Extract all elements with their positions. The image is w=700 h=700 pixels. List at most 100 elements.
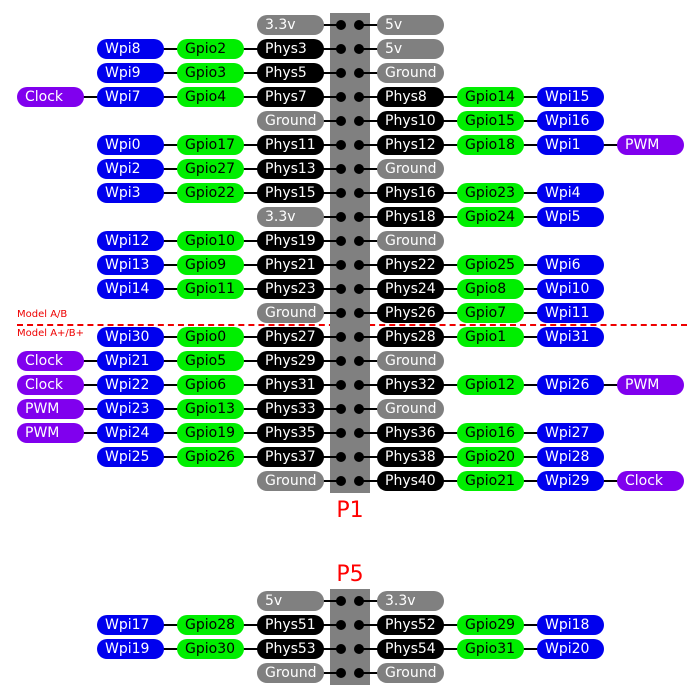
pin-dot[interactable] xyxy=(354,620,364,630)
pin-dot[interactable] xyxy=(354,44,364,54)
pin-dot[interactable] xyxy=(354,68,364,78)
phys-label: Phys15 xyxy=(257,183,324,203)
pin-dot[interactable] xyxy=(336,164,346,174)
gpio-label: Gpio17 xyxy=(177,135,244,155)
gpio-label: Gpio23 xyxy=(457,183,524,203)
gpio-label: Gpio7 xyxy=(457,303,524,323)
pin-dot[interactable] xyxy=(336,44,346,54)
wpi-label: Wpi3 xyxy=(97,183,164,203)
gpio-label: Gpio22 xyxy=(177,183,244,203)
phys-label: Phys38 xyxy=(377,447,444,467)
gpio-label: Gpio19 xyxy=(177,423,244,443)
pin-dot[interactable] xyxy=(336,68,346,78)
header-p5-title: P5 xyxy=(336,562,364,587)
phys-label: Phys13 xyxy=(257,159,324,179)
pin-dot[interactable] xyxy=(336,284,346,294)
pin-dot[interactable] xyxy=(336,140,346,150)
pin-dot[interactable] xyxy=(354,644,364,654)
pin-dot[interactable] xyxy=(336,452,346,462)
wpi-label: Wpi24 xyxy=(97,423,164,443)
gpio-label: Gpio13 xyxy=(177,399,244,419)
gpio-label: Gpio31 xyxy=(457,639,524,659)
pin-dot[interactable] xyxy=(336,428,346,438)
function-label: Clock xyxy=(17,375,84,395)
phys-label: Phys16 xyxy=(377,183,444,203)
pin-dot[interactable] xyxy=(336,476,346,486)
pin-dot[interactable] xyxy=(354,356,364,366)
pin-dot[interactable] xyxy=(354,164,364,174)
pin-dot[interactable] xyxy=(354,20,364,30)
wpi-label: Wpi7 xyxy=(97,87,164,107)
phys-label: Phys12 xyxy=(377,135,444,155)
phys-label: Phys31 xyxy=(257,375,324,395)
power-pin-label: Ground xyxy=(257,663,324,683)
pin-dot[interactable] xyxy=(354,668,364,678)
pin-dot[interactable] xyxy=(354,428,364,438)
power-pin-label: 5v xyxy=(257,591,324,611)
pin-dot[interactable] xyxy=(354,308,364,318)
function-label: PWM xyxy=(17,399,84,419)
gpio-label: Gpio6 xyxy=(177,375,244,395)
pin-dot[interactable] xyxy=(354,212,364,222)
pin-dot[interactable] xyxy=(336,188,346,198)
pin-dot[interactable] xyxy=(354,140,364,150)
pin-dot[interactable] xyxy=(336,212,346,222)
pin-dot[interactable] xyxy=(336,596,346,606)
wpi-label: Wpi0 xyxy=(97,135,164,155)
phys-label: Phys33 xyxy=(257,399,324,419)
pin-dot[interactable] xyxy=(336,404,346,414)
power-pin-label: Ground xyxy=(257,111,324,131)
pin-dot[interactable] xyxy=(336,356,346,366)
power-pin-label: 5v xyxy=(377,39,444,59)
pin-dot[interactable] xyxy=(354,332,364,342)
pin-dot[interactable] xyxy=(336,620,346,630)
power-pin-label: 3.3v xyxy=(257,207,324,227)
pin-dot[interactable] xyxy=(354,260,364,270)
wpi-label: Wpi6 xyxy=(537,255,604,275)
pin-dot[interactable] xyxy=(336,260,346,270)
pin-dot[interactable] xyxy=(354,596,364,606)
gpio-label: Gpio21 xyxy=(457,471,524,491)
wpi-label: Wpi18 xyxy=(537,615,604,635)
pin-dot[interactable] xyxy=(336,20,346,30)
phys-label: Phys11 xyxy=(257,135,324,155)
gpio-label: Gpio1 xyxy=(457,327,524,347)
power-pin-label: 3.3v xyxy=(377,591,444,611)
pin-dot[interactable] xyxy=(336,668,346,678)
gpio-label: Gpio3 xyxy=(177,63,244,83)
wpi-label: Wpi1 xyxy=(537,135,604,155)
wpi-label: Wpi12 xyxy=(97,231,164,251)
phys-label: Phys21 xyxy=(257,255,324,275)
phys-label: Phys52 xyxy=(377,615,444,635)
pin-dot[interactable] xyxy=(336,92,346,102)
phys-label: Phys7 xyxy=(257,87,324,107)
pin-dot[interactable] xyxy=(354,476,364,486)
pin-dot[interactable] xyxy=(354,188,364,198)
gpio-pinout-diagram: Model A/B Model A+/B+ P1 3.3v 5v Phys3 Gpio2… xyxy=(0,0,700,700)
phys-label: Phys19 xyxy=(257,231,324,251)
wpi-label: Wpi25 xyxy=(97,447,164,467)
wpi-label: Wpi2 xyxy=(97,159,164,179)
pin-dot[interactable] xyxy=(336,380,346,390)
gpio-label: Gpio2 xyxy=(177,39,244,59)
gpio-label: Gpio18 xyxy=(457,135,524,155)
pin-dot[interactable] xyxy=(354,236,364,246)
pin-dot[interactable] xyxy=(336,236,346,246)
gpio-label: Gpio24 xyxy=(457,207,524,227)
phys-label: Phys23 xyxy=(257,279,324,299)
pin-dot[interactable] xyxy=(354,404,364,414)
pin-dot[interactable] xyxy=(354,452,364,462)
phys-label: Phys26 xyxy=(377,303,444,323)
pin-dot[interactable] xyxy=(336,332,346,342)
pin-dot[interactable] xyxy=(336,308,346,318)
function-label: Clock xyxy=(17,351,84,371)
function-label: Clock xyxy=(617,471,684,491)
pin-dot[interactable] xyxy=(354,380,364,390)
pin-dot[interactable] xyxy=(336,644,346,654)
gpio-label: Gpio27 xyxy=(177,159,244,179)
pin-dot[interactable] xyxy=(354,116,364,126)
pin-dot[interactable] xyxy=(354,284,364,294)
pin-dot[interactable] xyxy=(336,116,346,126)
pin-dot[interactable] xyxy=(354,92,364,102)
phys-label: Phys3 xyxy=(257,39,324,59)
